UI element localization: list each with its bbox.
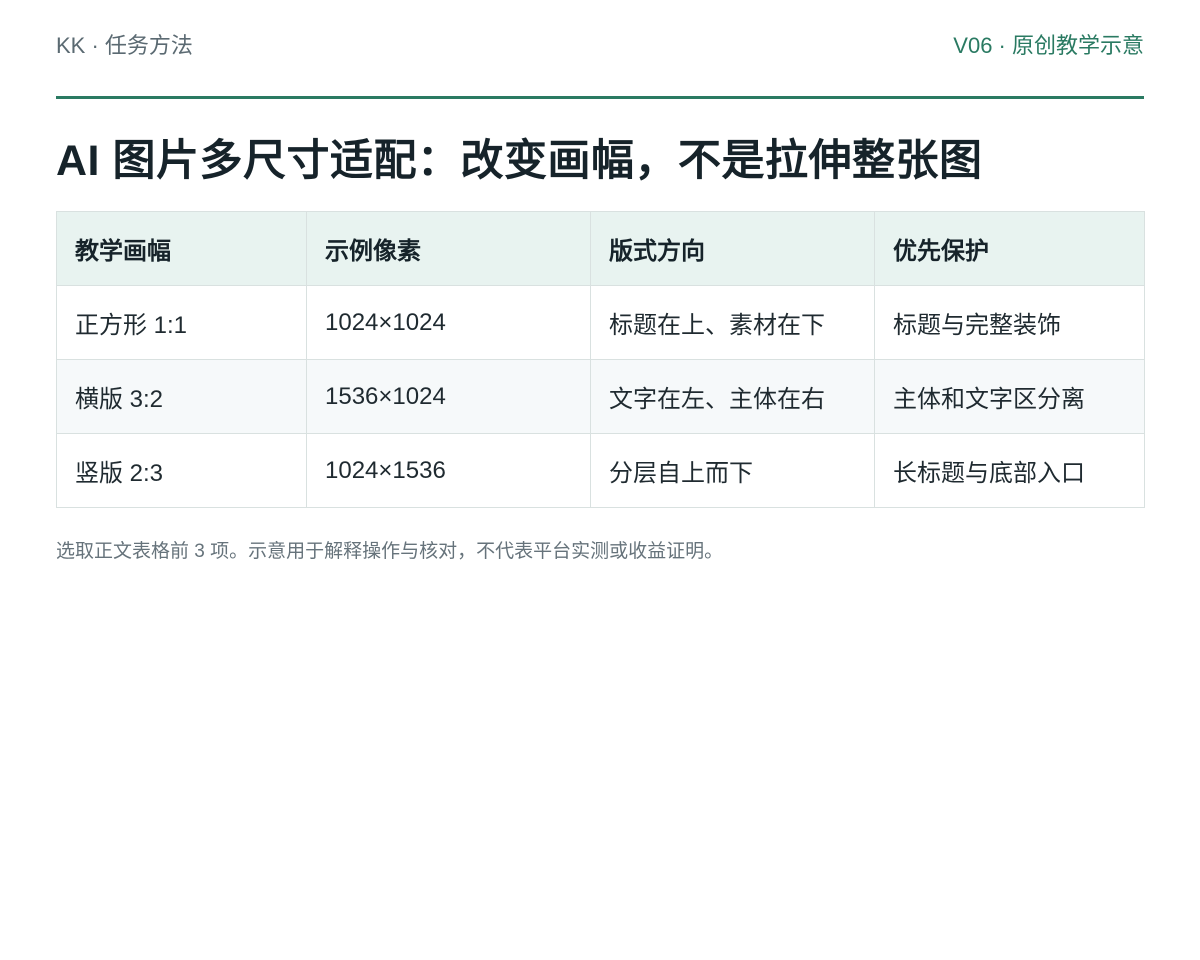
page: KK · 任务方法 V06 · 原创教学示意 AI 图片多尺寸适配：改变画幅，不… xyxy=(0,0,1200,960)
footnote: 选取正文表格前 3 项。示意用于解释操作与核对，不代表平台实测或收益证明。 xyxy=(56,541,724,562)
table-cell: 正方形 1:1 xyxy=(56,285,307,360)
table-cell: 标题在上、素材在下 xyxy=(590,285,875,360)
column-header-layout: 版式方向 xyxy=(590,211,875,286)
table-cell: 分层自上而下 xyxy=(590,433,875,508)
column-header-pixels: 示例像素 xyxy=(306,211,591,286)
table-row: 横版 3:2 1536×1024 文字在左、主体在右 主体和文字区分离 xyxy=(56,359,1145,434)
table-cell: 长标题与底部入口 xyxy=(874,433,1145,508)
column-header-priority: 优先保护 xyxy=(874,211,1145,286)
header-right-label: V06 · 原创教学示意 xyxy=(953,33,1144,58)
header-left-label: KK · 任务方法 xyxy=(56,33,193,58)
table-cell: 横版 3:2 xyxy=(56,359,307,434)
page-header: KK · 任务方法 V06 · 原创教学示意 xyxy=(56,0,1144,99)
column-header-canvas: 教学画幅 xyxy=(56,211,307,286)
table-cell: 1024×1024 xyxy=(306,285,591,360)
page-title: AI 图片多尺寸适配：改变画幅，不是拉伸整张图 xyxy=(56,137,983,185)
table-cell: 标题与完整装饰 xyxy=(874,285,1145,360)
table-cell: 主体和文字区分离 xyxy=(874,359,1145,434)
table-header-row: 教学画幅 示例像素 版式方向 优先保护 xyxy=(56,211,1145,286)
table-cell: 竖版 2:3 xyxy=(56,433,307,508)
table-row: 正方形 1:1 1024×1024 标题在上、素材在下 标题与完整装饰 xyxy=(56,285,1145,360)
table-row: 竖版 2:3 1024×1536 分层自上而下 长标题与底部入口 xyxy=(56,433,1145,508)
table-cell: 文字在左、主体在右 xyxy=(590,359,875,434)
aspect-ratio-table: 教学画幅 示例像素 版式方向 优先保护 正方形 1:1 1024×1024 标题… xyxy=(56,211,1145,508)
table-cell: 1536×1024 xyxy=(306,359,591,434)
table-cell: 1024×1536 xyxy=(306,433,591,508)
